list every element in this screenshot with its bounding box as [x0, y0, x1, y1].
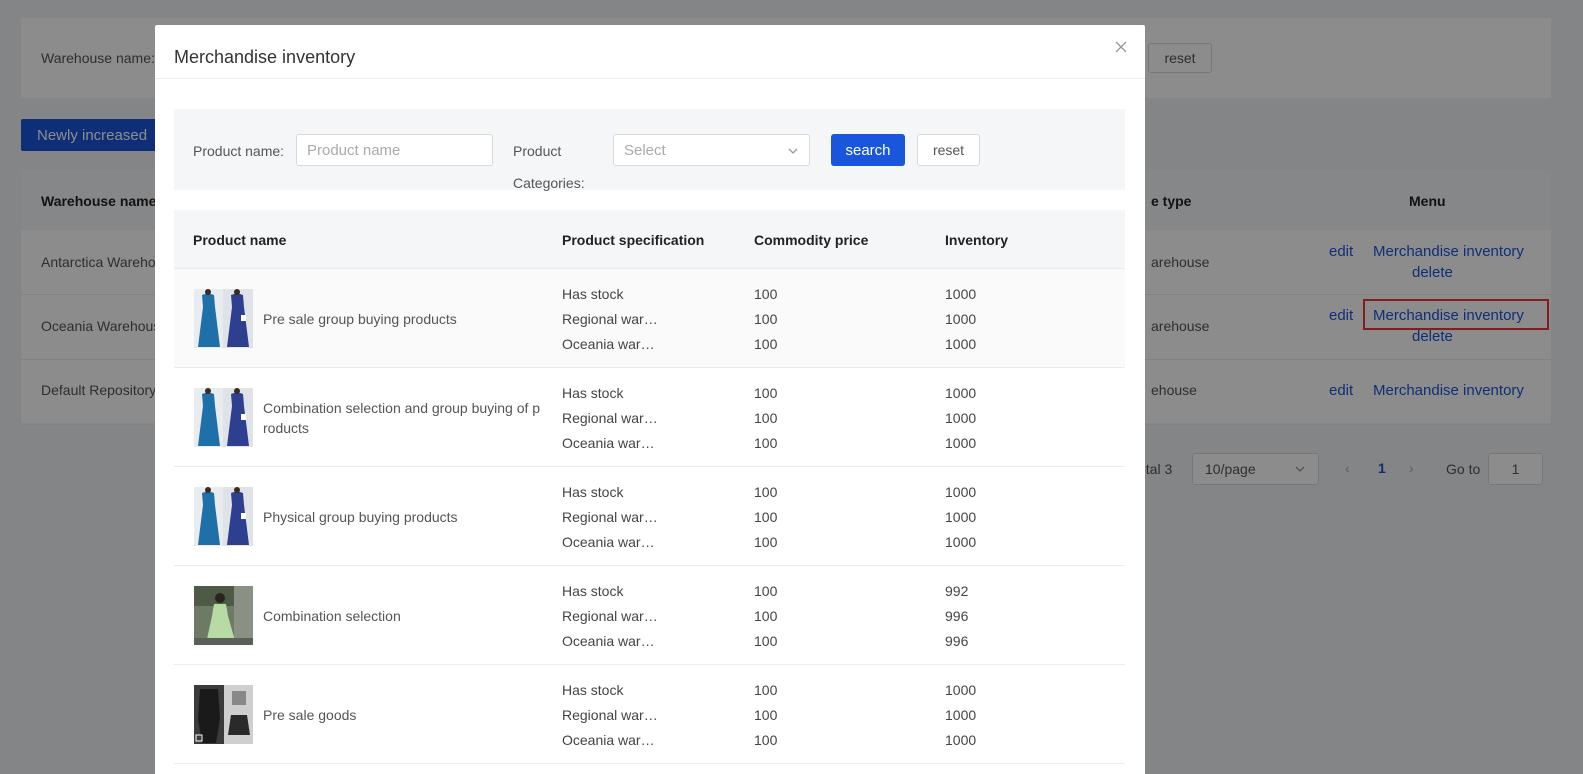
product-prices: 100 100 100 [754, 579, 777, 654]
inventory-value: 1000 [945, 534, 977, 550]
product-inventory: 992 996 996 [945, 579, 968, 654]
price-value: 100 [754, 311, 778, 327]
product-inventory: 1000 1000 1000 [945, 381, 976, 456]
inventory-value: 1000 [945, 286, 977, 302]
outfit-black-icon [194, 685, 253, 744]
price-value: 100 [754, 534, 778, 550]
table-row: Physical group buying products Has stock… [174, 467, 1125, 566]
close-icon[interactable] [1113, 39, 1129, 55]
inventory-value: 1000 [945, 311, 977, 327]
product-specs: Has stock Regional warehouse Oceania war… [562, 282, 662, 357]
spec-value: Has stock [562, 286, 624, 302]
dress-green-icon [194, 586, 253, 645]
product-filter-panel: Product name: Product Categories: Select… [174, 109, 1125, 191]
price-value: 100 [754, 410, 778, 426]
product-table-header: Product name Product specification Commo… [174, 210, 1125, 269]
price-value: 100 [754, 286, 778, 302]
product-name: Pre sale group buying products [263, 311, 457, 327]
product-name: Physical group buying products [263, 509, 458, 525]
chevron-down-icon [788, 148, 798, 154]
product-name: Combination selection and group buying o… [263, 400, 541, 436]
table-row: Pre sale group buying products Has stock… [174, 269, 1125, 368]
reset-button[interactable]: reset [917, 134, 980, 166]
modal-title: Merchandise inventory [174, 47, 356, 67]
inventory-value: 1000 [945, 509, 977, 525]
table-row: Combination selection and group buying o… [174, 368, 1125, 467]
dress-blue-icon [194, 289, 253, 348]
inventory-value: 1000 [945, 732, 977, 748]
col-commodity-price: Commodity price [754, 232, 869, 248]
price-value: 100 [754, 385, 778, 401]
price-value: 100 [754, 484, 778, 500]
price-value: 100 [754, 583, 778, 599]
price-value: 100 [754, 707, 778, 723]
spec-value: Has stock [562, 583, 624, 599]
spec-value: Regional warehouse [562, 410, 662, 426]
spec-value: Has stock [562, 682, 624, 698]
inventory-value: 1000 [945, 410, 977, 426]
product-category-label: Product [513, 143, 562, 159]
inventory-value: 992 [945, 583, 969, 599]
spec-value: Has stock [562, 484, 624, 500]
inventory-value: 996 [945, 608, 969, 624]
price-value: 100 [754, 732, 778, 748]
product-prices: 100 100 100 [754, 678, 777, 753]
col-product-spec: Product specification [562, 232, 705, 248]
category-placeholder: Select [624, 142, 666, 159]
inventory-value: 1000 [945, 682, 977, 698]
table-row: Pre sale goods Has stock Regional wareh o… [174, 665, 1125, 764]
price-value: 100 [754, 509, 778, 525]
dress-blue-icon [194, 487, 253, 546]
product-category-select[interactable]: Select [613, 134, 810, 166]
spec-value: Regional warehouse [562, 311, 662, 327]
inventory-value: 996 [945, 633, 969, 649]
product-prices: 100 100 100 [754, 381, 777, 456]
product-table: Product name Product specification Commo… [174, 210, 1125, 764]
product-specs: Has stock Regional warehouse Oceania war… [562, 480, 662, 555]
spec-value: Oceania warehouse [562, 534, 662, 550]
price-value: 100 [754, 435, 778, 451]
spec-value: Oceania warehouse [562, 435, 662, 451]
product-inventory: 1000 1000 1000 [945, 678, 976, 753]
price-value: 100 [754, 336, 778, 352]
product-specs: Has stock Regional warehouse Oceania war… [562, 678, 662, 753]
price-value: 100 [754, 608, 778, 624]
product-inventory: 1000 1000 1000 [945, 282, 976, 357]
search-button[interactable]: search [831, 134, 905, 166]
spec-value: Has stock [562, 385, 624, 401]
product-name: Pre sale goods [263, 707, 357, 723]
dress-blue-icon [194, 388, 253, 447]
spec-value: Regional warehouse [562, 707, 662, 723]
product-specs: Has stock Regional warehouse Oceania war… [562, 579, 662, 654]
product-name: Combination selection [263, 608, 401, 624]
inventory-value: 1000 [945, 435, 977, 451]
product-name-label: Product name: [193, 143, 285, 159]
product-prices: 100 100 100 [754, 480, 777, 555]
product-inventory: 1000 1000 1000 [945, 480, 976, 555]
product-category-label-2: Categories: [513, 175, 585, 191]
spec-value: Oceania warehouse [562, 732, 662, 748]
product-name-input[interactable] [296, 134, 493, 166]
col-product-name: Product name [193, 232, 287, 248]
price-value: 100 [754, 633, 778, 649]
table-row: Combination selection Has stock Regional… [174, 566, 1125, 665]
product-specs: Has stock Regional warehouse Oceania war… [562, 381, 662, 456]
price-value: 100 [754, 682, 778, 698]
inventory-value: 1000 [945, 385, 977, 401]
inventory-value: 1000 [945, 336, 977, 352]
merchandise-inventory-modal: Merchandise inventory Product name: Prod… [155, 25, 1145, 774]
spec-value: Oceania warehouse [562, 633, 662, 649]
col-inventory: Inventory [945, 232, 1009, 248]
spec-value: Regional warehouse [562, 608, 662, 624]
spec-value: Oceania warehouse [562, 336, 662, 352]
product-prices: 100 100 100 [754, 282, 777, 357]
spec-value: Regional warehouse [562, 509, 662, 525]
inventory-value: 1000 [945, 707, 977, 723]
modal-header: Merchandise inventory [155, 25, 1145, 79]
inventory-value: 1000 [945, 484, 977, 500]
